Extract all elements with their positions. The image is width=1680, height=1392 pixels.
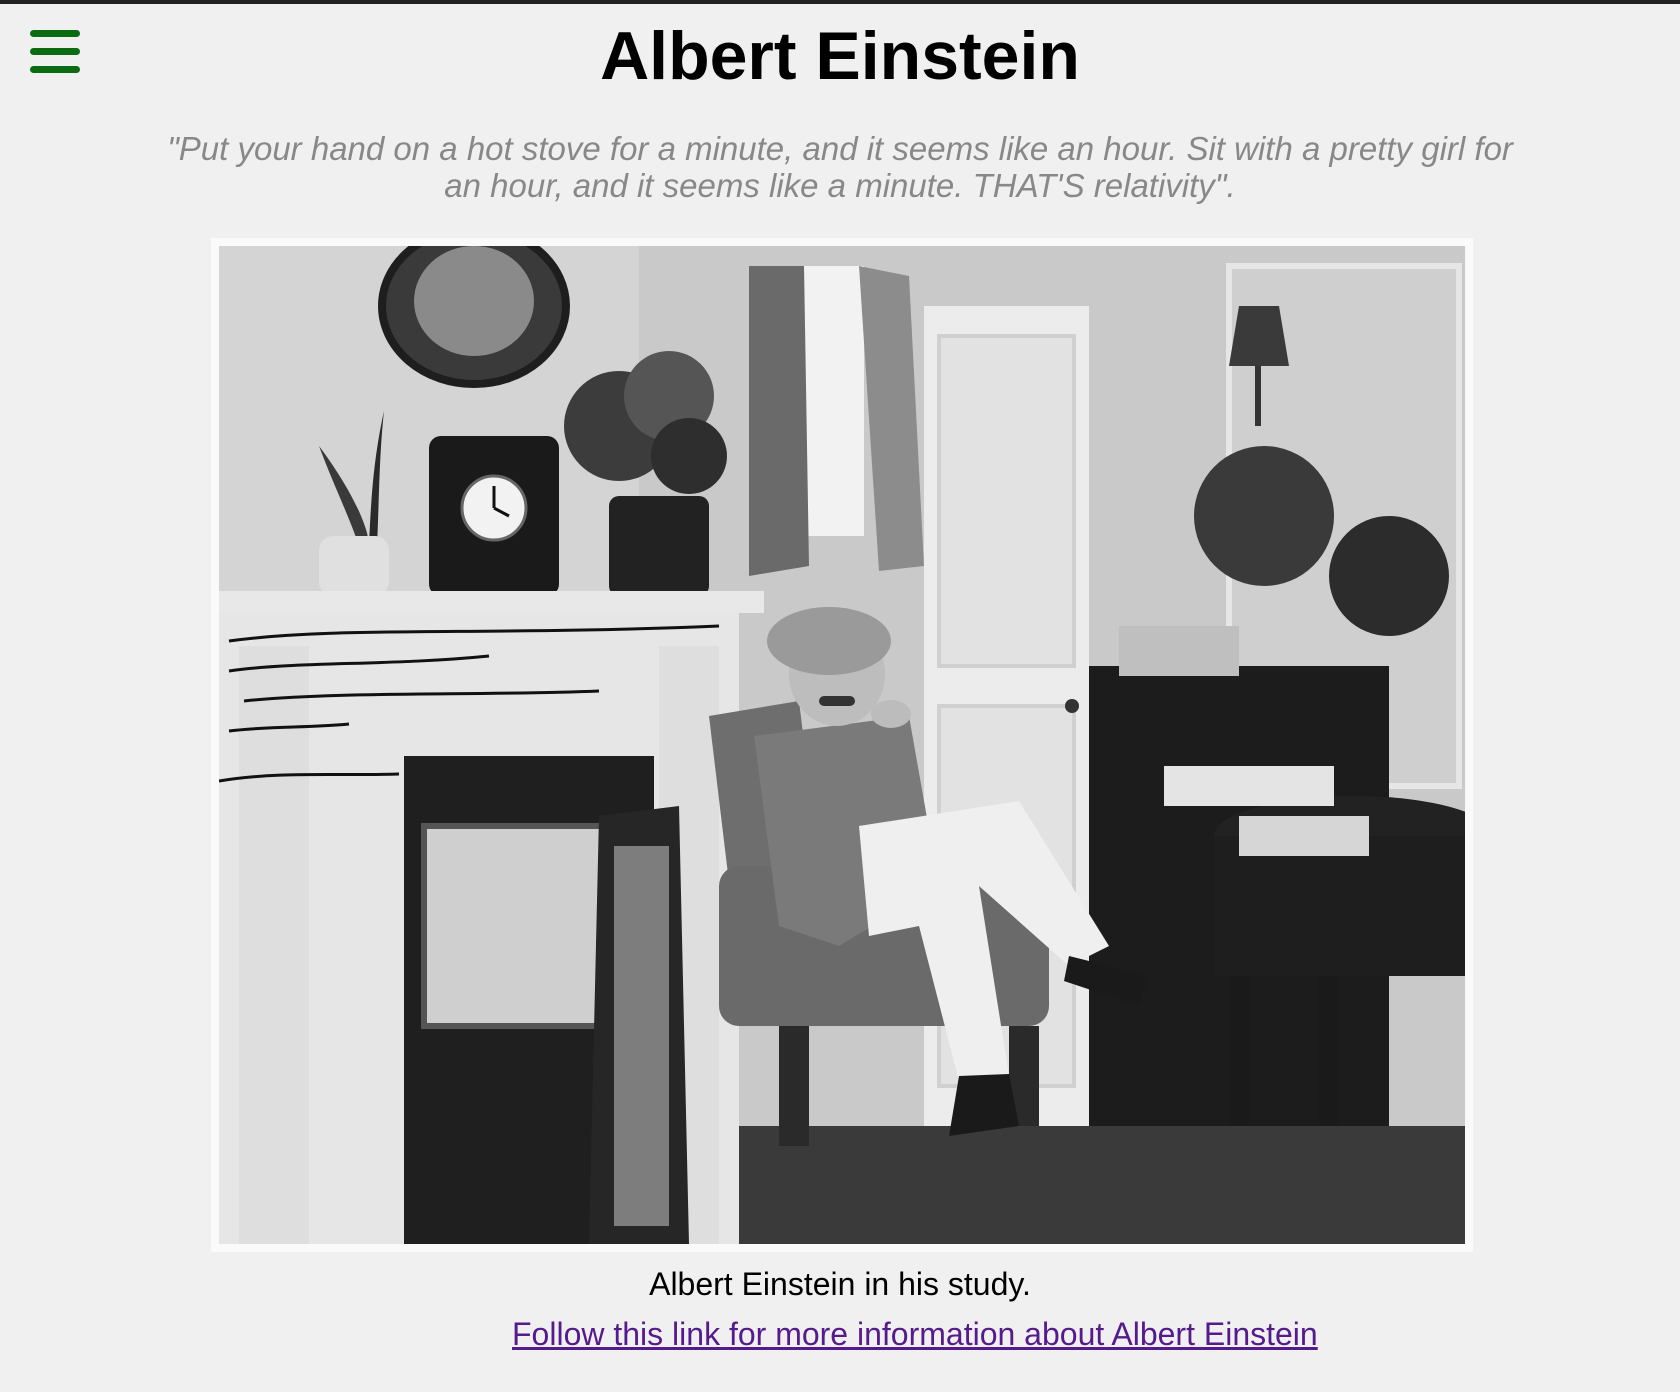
quote-text: "Put your hand on a hot stove for a minu… — [167, 130, 1513, 204]
photo-frame — [211, 238, 1473, 1252]
photo-caption: Albert Einstein in his study. — [649, 1266, 1031, 1302]
einstein-study-photo — [219, 246, 1465, 1244]
more-info-link[interactable]: Follow this link for more information ab… — [512, 1314, 1318, 1354]
photo-illustration — [219, 246, 1465, 1244]
page-title: Albert Einstein — [600, 18, 1080, 94]
top-border — [0, 0, 1680, 4]
